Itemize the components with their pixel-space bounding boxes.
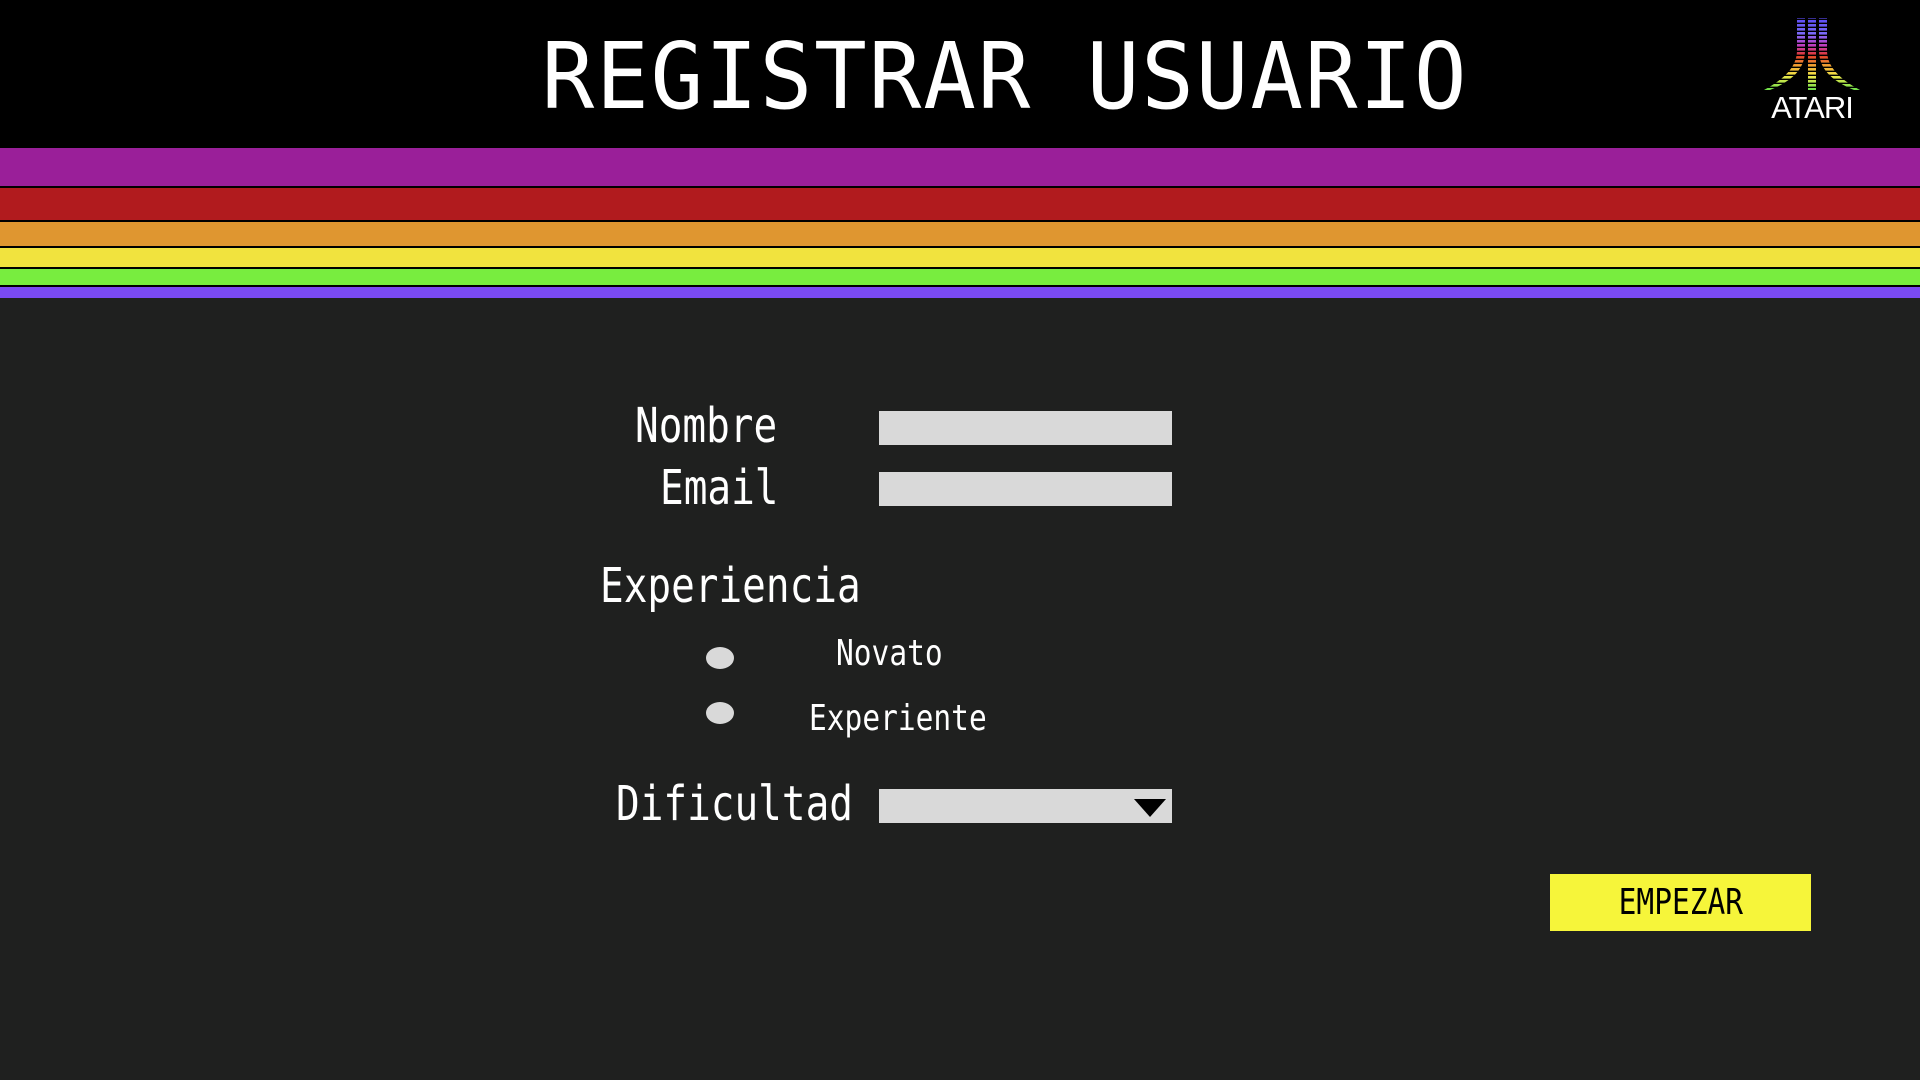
atari-fuji-logo-icon: [1764, 18, 1860, 90]
novato-label: Novato: [836, 633, 943, 674]
difficulty-select[interactable]: [879, 789, 1172, 823]
register-screen: REGISTRAR USUARIO ATARI Nombre Email Exp…: [0, 0, 1920, 1080]
stripe-blue: [0, 287, 1920, 298]
stripe-yellow: [0, 248, 1920, 269]
logo-text: ATARI: [1771, 90, 1854, 125]
start-button[interactable]: EMPEZAR: [1550, 874, 1811, 931]
header-bar: REGISTRAR USUARIO ATARI: [0, 0, 1920, 148]
experiente-radio[interactable]: [706, 702, 734, 724]
name-label: Nombre: [635, 398, 778, 454]
atari-logo: ATARI: [1764, 16, 1860, 126]
stripe-purple: [0, 148, 1920, 188]
page-title: REGISTRAR USUARIO: [541, 23, 1469, 130]
start-button-label: EMPEZAR: [1618, 882, 1743, 923]
experiente-label: Experiente: [809, 698, 987, 739]
email-label: Email: [660, 460, 779, 516]
difficulty-label: Dificultad: [616, 776, 853, 832]
name-field[interactable]: [879, 411, 1172, 445]
chevron-down-icon: [1134, 799, 1166, 817]
email-field[interactable]: [879, 472, 1172, 506]
rainbow-stripes: [0, 148, 1920, 298]
stripe-red: [0, 188, 1920, 222]
experience-label: Experiencia: [600, 558, 861, 614]
novato-radio[interactable]: [706, 647, 734, 669]
stripe-orange: [0, 222, 1920, 248]
stripe-green: [0, 269, 1920, 287]
